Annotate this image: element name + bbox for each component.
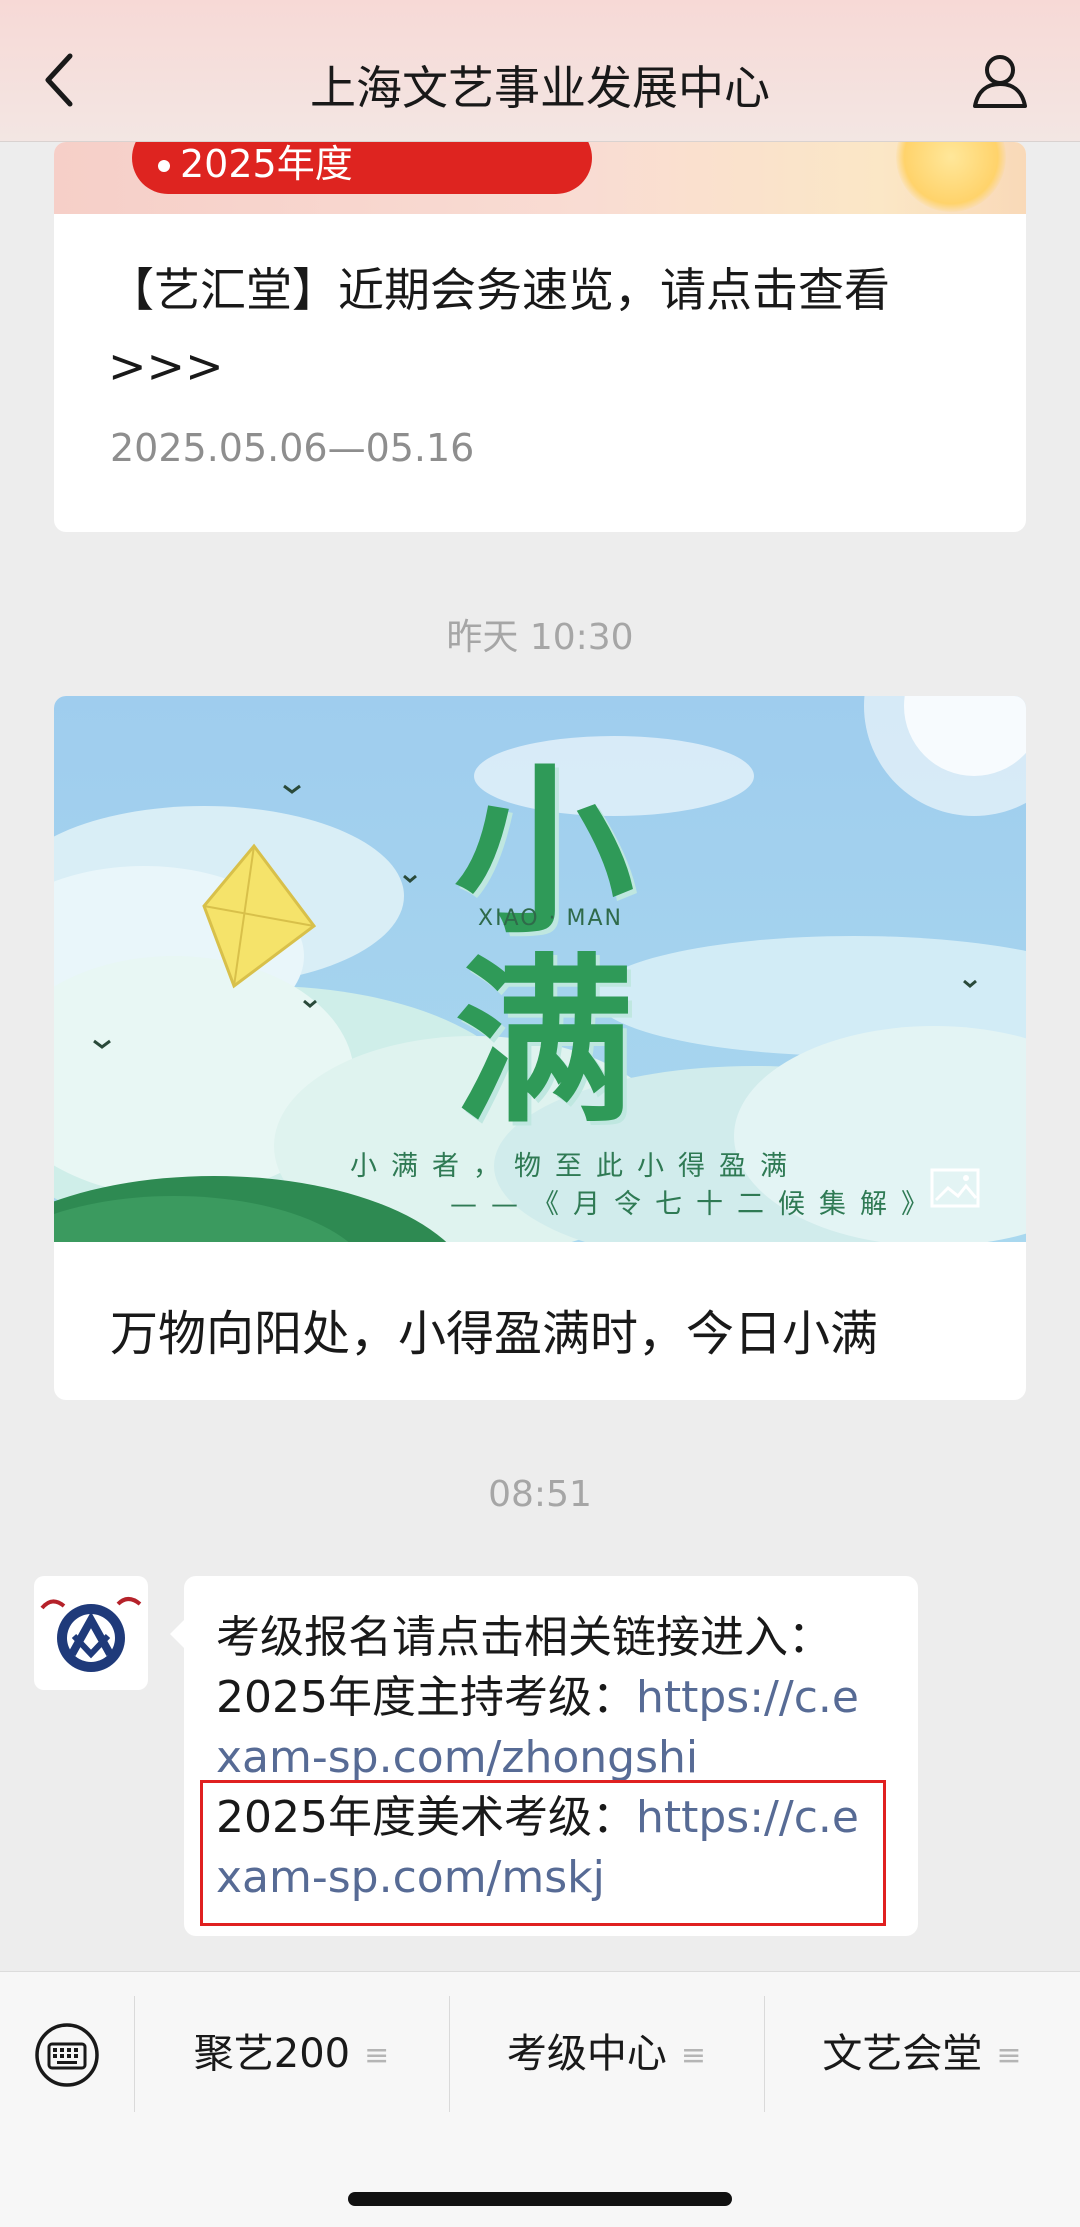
article-title[interactable]: 【艺汇堂】近期会务速览，请点击查看 >>> (108, 252, 988, 404)
pinyin-label: XIAO · MAN (478, 906, 624, 931)
menu-list-icon: ≡ (364, 2038, 390, 2073)
account-avatar[interactable] (34, 1576, 148, 1690)
highlight-box (200, 1780, 886, 1926)
message-bubble[interactable]: 考级报名请点击相关链接进入： 2025年度主持考级：https://c.e xa… (170, 1576, 918, 1936)
nav-header: 上海文艺事业发展中心 (0, 0, 1080, 142)
host-exam-link[interactable]: https://c.e (636, 1672, 859, 1723)
home-indicator[interactable] (348, 2192, 732, 2206)
article-title[interactable]: 万物向阳处，小得盈满时，今日小满 (110, 1294, 878, 1364)
menu-list-icon: ≡ (996, 2038, 1022, 2073)
menu-item-exam-center[interactable]: 考级中心 ≡ (449, 2024, 764, 2084)
message-line: 2025年度主持考级：https://c.e (216, 1672, 859, 1723)
bottom-menu-bar: 聚艺200 ≡ 考级中心 ≡ 文艺会堂 ≡ (0, 1971, 1080, 2227)
menu-item-juyi[interactable]: 聚艺200 ≡ (134, 2024, 449, 2084)
article-date: 2025.05.06—05.16 (110, 426, 475, 470)
menu-list-icon: ≡ (680, 2038, 707, 2073)
timestamp: 昨天 10:30 (446, 617, 634, 658)
year-badge: 2025年度 (132, 142, 592, 194)
person-icon[interactable] (970, 50, 1030, 110)
card-banner: 2025年度 (54, 142, 1026, 214)
article-card-xiaoman[interactable]: 小 满 XIAO · MAN 小满者，物至此小得盈满 ——《月令七十二候集解》 … (54, 696, 1026, 1400)
image-icon (930, 1168, 980, 1208)
logo-icon (40, 1597, 142, 1672)
bullet-icon (158, 160, 170, 172)
sun-decoration (896, 142, 1006, 212)
page-title: 上海文艺事业发展中心 (310, 61, 770, 115)
article-card-meeting[interactable]: 2025年度 【艺汇堂】近期会务速览，请点击查看 >>> 2025.05.06—… (54, 142, 1026, 532)
article-cover-image[interactable]: 小 满 XIAO · MAN 小满者，物至此小得盈满 ——《月令七十二候集解》 (54, 696, 1026, 1242)
timestamp: 08:51 (488, 1474, 592, 1515)
quote-text: 小满者，物至此小得盈满 (350, 1151, 801, 1182)
quote-source: ——《月令七十二候集解》 (450, 1189, 942, 1220)
host-exam-link[interactable]: xam-sp.com/zhongshi (216, 1728, 698, 1788)
message-line: 考级报名请点击相关链接进入： (216, 1612, 832, 1663)
title-char-man: 满 (454, 937, 635, 1148)
menu-item-art-hall[interactable]: 文艺会堂 ≡ (764, 2024, 1080, 2084)
keyboard-icon[interactable] (34, 2022, 100, 2088)
